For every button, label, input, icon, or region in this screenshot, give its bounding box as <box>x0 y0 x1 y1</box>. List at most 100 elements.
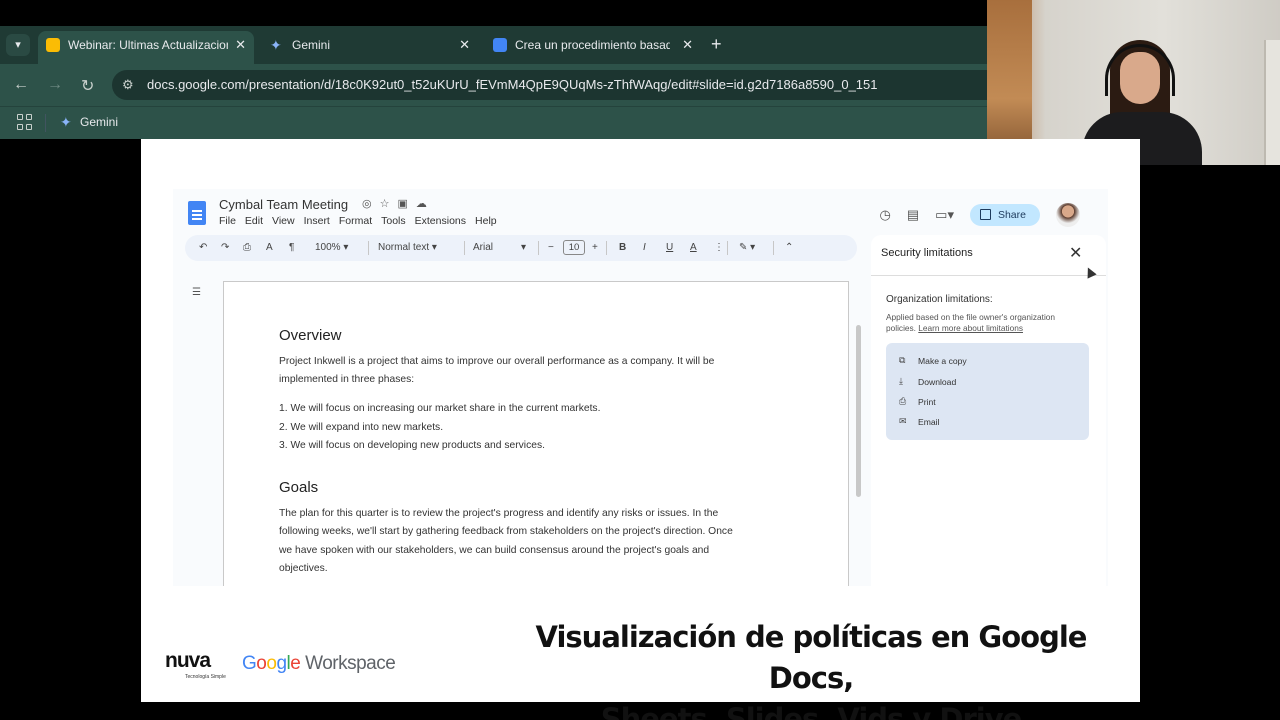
toolbar-separator <box>606 241 607 255</box>
tab-search-button[interactable]: ▾ <box>6 34 30 56</box>
limit-email: ✉ Email <box>899 416 940 427</box>
font-select[interactable]: Arial <box>473 242 493 253</box>
list-item: 2. We will expand into new markets. <box>279 421 444 433</box>
bookmark-label: Gemini <box>80 115 119 129</box>
google-letter: G <box>242 653 257 674</box>
close-tab-icon[interactable]: ✕ <box>235 31 246 59</box>
docs-favicon-icon <box>493 38 507 52</box>
decrease-font-icon[interactable]: − <box>548 242 554 253</box>
document-scrollbar[interactable] <box>856 325 861 497</box>
menu-format[interactable]: Format <box>339 215 372 227</box>
menu-tools[interactable]: Tools <box>381 215 406 227</box>
increase-font-icon[interactable]: + <box>592 242 598 253</box>
print-icon[interactable]: ⎙ <box>243 242 251 253</box>
cloud-status-icon[interactable]: ☁ <box>416 198 435 210</box>
comments-icon[interactable]: ▤ <box>907 207 919 223</box>
menu-insert[interactable]: Insert <box>304 215 330 227</box>
panel-divider <box>871 275 1106 276</box>
bookmark-gemini[interactable]: ✦ Gemini <box>60 114 118 130</box>
limit-label: Email <box>918 417 940 427</box>
star-icon[interactable]: ☆ <box>380 198 398 210</box>
bookmark-separator <box>45 114 46 132</box>
text-color-icon[interactable]: A <box>690 242 697 253</box>
paint-format-icon[interactable]: ¶ <box>289 242 294 253</box>
top-right-actions: ◷ ▤ ▭▾ Share <box>880 203 1080 227</box>
menu-view[interactable]: View <box>272 215 295 227</box>
limit-label: Print <box>918 397 936 407</box>
close-tab-icon[interactable]: ✕ <box>682 31 693 59</box>
download-disabled-icon: ⤓ <box>899 376 903 386</box>
spellcheck-icon[interactable]: A <box>266 242 273 253</box>
bold-icon[interactable]: B <box>619 242 626 253</box>
list-item: 3. We will focus on developing new produ… <box>279 440 545 451</box>
tab-title: Webinar: Ultimas Actualizaciones <box>68 38 228 52</box>
italic-icon[interactable]: I <box>643 242 646 253</box>
url-text: docs.google.com/presentation/d/18c0K92ut… <box>147 77 878 92</box>
collapse-menu-icon[interactable]: ⌃ <box>785 242 793 253</box>
tab-gemini[interactable]: ✦ Gemini ✕ <box>262 31 478 64</box>
toolbar-separator <box>727 241 728 255</box>
forward-icon[interactable]: → <box>47 76 63 94</box>
back-icon[interactable]: ← <box>13 76 29 94</box>
toolbar-separator <box>464 241 465 255</box>
workspace-word: Workspace <box>305 653 396 674</box>
tab-webinar[interactable]: Webinar: Ultimas Actualizaciones ✕ <box>38 31 254 64</box>
learn-more-link[interactable]: Learn more about limitations <box>918 323 1023 333</box>
label-icon[interactable]: ◎ <box>362 198 380 210</box>
zoom-select[interactable]: 100% ▾ <box>315 242 348 253</box>
site-settings-icon[interactable]: ⚙ <box>122 70 134 100</box>
paragraph-overview: Project Inkwell is a project that aims t… <box>279 356 715 386</box>
copy-disabled-icon: ⧉ <box>899 355 906 365</box>
more-options-icon[interactable]: ⋮ <box>714 242 724 253</box>
menu-bar: File Edit View Insert Format Tools Exten… <box>219 215 497 227</box>
redo-icon[interactable]: ↷ <box>221 242 229 253</box>
avatar[interactable] <box>1056 203 1080 227</box>
document-title[interactable]: Cymbal Team Meeting <box>219 197 348 212</box>
close-tab-icon[interactable]: ✕ <box>459 31 470 59</box>
share-button[interactable]: Share <box>969 204 1040 226</box>
style-select[interactable]: Normal text ▾ <box>378 242 437 253</box>
font-size-input[interactable]: 10 <box>563 240 585 255</box>
security-limitations-panel: Security limitations ✕ Organization limi… <box>871 235 1106 586</box>
move-folder-icon[interactable]: ▣ <box>397 198 415 210</box>
print-disabled-icon: ⎙ <box>899 396 907 406</box>
address-bar-row: ← → ↻ ⚙ docs.google.com/presentation/d/1… <box>0 64 987 106</box>
document-page[interactable]: Overview Project Inkwell is a project th… <box>223 281 849 586</box>
close-panel-icon[interactable]: ✕ <box>1069 243 1082 263</box>
heading-overview: Overview <box>279 327 342 344</box>
limit-make-copy: ⧉ Make a copy <box>899 355 967 366</box>
version-history-icon[interactable]: ◷ <box>880 207 891 223</box>
bookmarks-bar: ✦ Gemini <box>0 106 987 139</box>
menu-edit[interactable]: Edit <box>245 215 263 227</box>
font-dropdown-icon[interactable]: ▾ <box>521 242 526 253</box>
org-limitations-title: Organization limitations: <box>886 294 993 305</box>
meet-icon[interactable]: ▭▾ <box>935 207 954 223</box>
gemini-icon: ✦ <box>60 114 72 130</box>
editing-mode-icon[interactable]: ✎ ▾ <box>739 242 755 253</box>
menu-file[interactable]: File <box>219 215 236 227</box>
panel-title: Security limitations <box>881 247 973 259</box>
undo-icon[interactable]: ↶ <box>199 242 207 253</box>
tab-crea-procedimiento[interactable]: Crea un procedimiento basado ✕ <box>485 31 701 64</box>
menu-extensions[interactable]: Extensions <box>415 215 466 227</box>
browser-tab-bar: ▾ Webinar: Ultimas Actualizaciones ✕ ✦ G… <box>0 26 987 64</box>
docs-logo-icon <box>188 201 206 225</box>
document-outline-icon[interactable]: ☰ <box>192 287 201 298</box>
google-letter: o <box>266 653 277 674</box>
underline-icon[interactable]: U <box>666 242 673 253</box>
phases-list: 1. We will focus on increasing our marke… <box>279 400 600 456</box>
google-letter: g <box>276 653 287 674</box>
new-tab-icon[interactable]: + <box>711 34 722 55</box>
share-icon <box>979 209 991 220</box>
limit-label: Make a copy <box>918 356 967 366</box>
apps-grid-icon[interactable] <box>17 114 33 130</box>
presentation-slide: Cymbal Team Meeting ◎☆▣☁ File Edit View … <box>141 139 1140 720</box>
url-input[interactable]: ⚙ docs.google.com/presentation/d/18c0K92… <box>112 70 987 100</box>
limit-download: ⤓ Download <box>899 376 956 387</box>
google-letter: e <box>290 653 301 674</box>
reload-icon[interactable]: ↻ <box>81 76 94 96</box>
title-icons: ◎☆▣☁ <box>362 197 435 210</box>
google-workspace-logo: Google Workspace <box>242 653 396 675</box>
style-value: Normal text <box>378 242 430 253</box>
menu-help[interactable]: Help <box>475 215 497 227</box>
